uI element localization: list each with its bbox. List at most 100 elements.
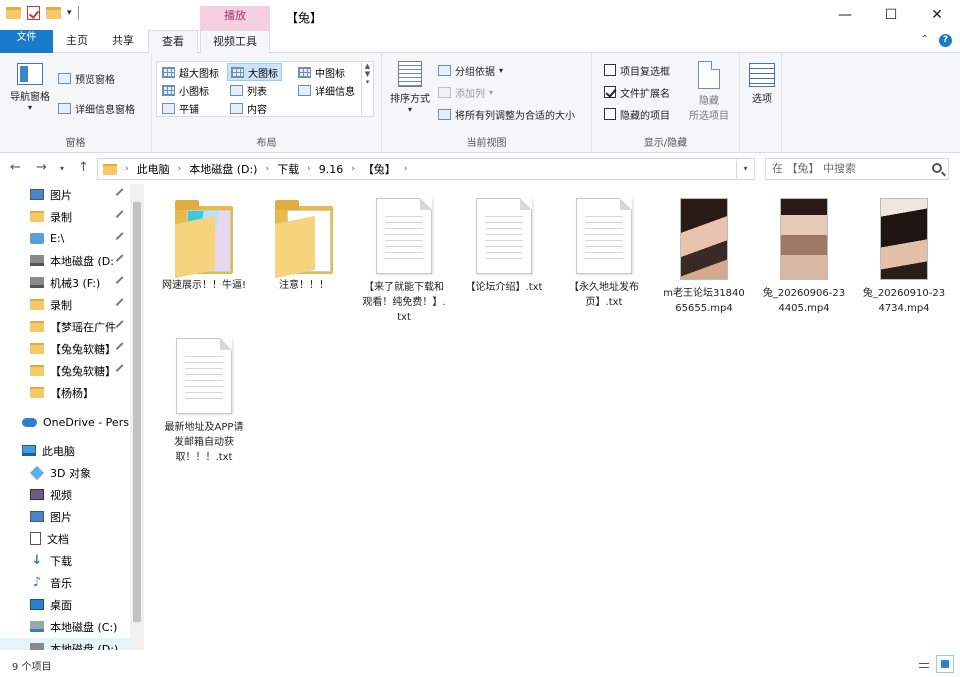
add-columns-button[interactable]: 添加列 ▾ bbox=[438, 83, 493, 101]
options-button[interactable]: 选项 bbox=[744, 63, 780, 105]
up-arrow-icon[interactable]: ↑ bbox=[78, 160, 89, 175]
layout-small-icons[interactable]: 小图标 bbox=[159, 81, 212, 99]
nav-item[interactable]: E:\ bbox=[0, 228, 130, 249]
file-item[interactable]: m老王论坛3184065655.mp4 bbox=[662, 198, 746, 316]
nav-item[interactable]: 本地磁盘 (C:) bbox=[0, 616, 130, 637]
hide-selected-button[interactable]: 隐藏 所选项目 bbox=[684, 61, 734, 122]
pin-icon bbox=[115, 276, 127, 287]
nav-item[interactable]: 图片 bbox=[0, 184, 130, 205]
item-checkboxes-toggle[interactable]: 项目复选框 bbox=[604, 61, 670, 79]
chevron-right-icon[interactable]: › bbox=[404, 164, 408, 174]
layout-label: 详细信息 bbox=[315, 86, 355, 98]
file-item[interactable]: 【论坛介绍】.txt bbox=[462, 198, 546, 295]
file-extensions-toggle[interactable]: 文件扩展名 bbox=[604, 83, 670, 101]
layout-content[interactable]: 内容 bbox=[227, 99, 270, 117]
back-arrow-icon[interactable]: ← bbox=[10, 160, 21, 175]
nav-item[interactable]: 本地磁盘 (D: bbox=[0, 250, 130, 271]
chevron-right-icon[interactable]: › bbox=[307, 164, 311, 174]
nav-pane-button[interactable]: 导航窗格 ▾ bbox=[6, 63, 54, 112]
breadcrumb-item[interactable]: 此电脑 bbox=[137, 161, 170, 177]
maximize-button[interactable]: ☐ bbox=[868, 0, 914, 30]
navigation-pane-icon bbox=[17, 63, 43, 85]
layout-list[interactable]: 列表 bbox=[227, 81, 270, 99]
pin-icon bbox=[115, 320, 127, 331]
forward-arrow-icon[interactable]: → bbox=[36, 160, 47, 175]
nav-scrollbar[interactable] bbox=[130, 184, 144, 650]
tab-view[interactable]: 查看 bbox=[148, 30, 198, 54]
nav-item[interactable]: ♪ 音乐 bbox=[0, 572, 130, 593]
hidden-items-toggle[interactable]: 隐藏的项目 bbox=[604, 105, 670, 123]
file-item[interactable]: 【永久地址发布页】.txt bbox=[562, 198, 646, 310]
recent-locations-icon[interactable]: ▾ bbox=[60, 164, 64, 173]
nav-item[interactable]: 【梦瑶在广件 bbox=[0, 316, 130, 337]
file-item[interactable]: 兔_20260906-234405.mp4 bbox=[762, 198, 846, 316]
layout-scroll[interactable]: ▲ ▼ ▾ bbox=[361, 62, 373, 116]
tab-video-tools[interactable]: 视频工具 bbox=[200, 30, 270, 53]
layout-tiles[interactable]: 平铺 bbox=[159, 99, 202, 117]
breadcrumb-item[interactable]: 本地磁盘 (D:) bbox=[189, 161, 257, 177]
nav-item-label: 下载 bbox=[50, 554, 72, 568]
layout-medium-icons[interactable]: 中图标 bbox=[295, 63, 348, 81]
new-folder-icon[interactable] bbox=[46, 7, 61, 19]
file-item[interactable]: 最新地址及APP请发邮箱自动获取！！！.txt bbox=[162, 338, 246, 465]
scroll-up-icon[interactable]: ▲ bbox=[362, 62, 373, 70]
file-item[interactable]: 注意！！！ bbox=[262, 198, 346, 293]
preview-pane-button[interactable]: 预览窗格 bbox=[58, 69, 115, 87]
tab-share[interactable]: 共享 bbox=[100, 30, 146, 53]
nav-item[interactable]: 视频 bbox=[0, 484, 130, 505]
help-icon[interactable]: ? bbox=[939, 34, 952, 47]
collapse-ribbon-icon[interactable]: ⌃ bbox=[921, 34, 929, 47]
address-history-icon[interactable]: ▾ bbox=[737, 158, 755, 180]
address-bar[interactable]: › 此电脑 › 本地磁盘 (D:) › 下载 › 9.16 › 【兔】 › bbox=[97, 158, 737, 180]
nav-item[interactable]: 本地磁盘 (D:) bbox=[0, 638, 130, 650]
nav-item[interactable]: 【杨杨】 bbox=[0, 382, 130, 403]
nav-item[interactable]: 3D 对象 bbox=[0, 462, 130, 483]
nav-scrollbar-thumb[interactable] bbox=[133, 202, 141, 622]
nav-item-label: 本地磁盘 (D: bbox=[50, 254, 114, 268]
nav-item[interactable]: 文档 bbox=[0, 528, 130, 549]
chevron-right-icon[interactable]: › bbox=[125, 164, 129, 174]
breadcrumb-item[interactable]: 9.16 bbox=[319, 163, 344, 176]
scroll-down-icon[interactable]: ▼ bbox=[362, 70, 373, 78]
search-input[interactable]: 在 【兔】 中搜索 bbox=[765, 158, 949, 180]
customize-toolbar-icon[interactable]: ▾ bbox=[67, 8, 72, 18]
breadcrumb-item[interactable]: 下载 bbox=[277, 161, 299, 177]
layout-details[interactable]: 详细信息 bbox=[295, 81, 358, 99]
size-columns-button[interactable]: 将所有列调整为合适的大小 bbox=[438, 105, 575, 123]
layout-extra-large-icons[interactable]: 超大图标 bbox=[159, 63, 222, 81]
minimize-button[interactable]: — bbox=[822, 0, 868, 30]
nav-item[interactable]: 录制 bbox=[0, 206, 130, 227]
nav-item[interactable]: 此电脑 bbox=[0, 440, 130, 461]
properties-icon[interactable] bbox=[27, 6, 40, 20]
file-item[interactable]: 兔_20260910-234734.mp4 bbox=[862, 198, 946, 316]
video-thumbnail bbox=[680, 198, 728, 280]
chevron-right-icon[interactable]: › bbox=[178, 164, 182, 174]
nav-item[interactable]: ↓ 下载 bbox=[0, 550, 130, 571]
nav-item[interactable]: 图片 bbox=[0, 506, 130, 527]
file-item[interactable]: 【来了就能下载和观看！纯免费！】.txt bbox=[362, 198, 446, 325]
nav-item[interactable]: 桌面 bbox=[0, 594, 130, 615]
chevron-right-icon[interactable]: › bbox=[351, 164, 355, 174]
breadcrumb-item[interactable]: 【兔】 bbox=[363, 161, 396, 177]
nav-item[interactable]: 【兔兔软糖】 bbox=[0, 338, 130, 359]
details-pane-label: 详细信息窗格 bbox=[75, 104, 135, 116]
more-icon[interactable]: ▾ bbox=[362, 78, 373, 86]
layout-large-icons[interactable]: 大图标 bbox=[227, 63, 282, 81]
details-pane-button[interactable]: 详细信息窗格 bbox=[58, 99, 135, 117]
nav-item-label: 图片 bbox=[50, 188, 72, 202]
nav-item[interactable]: OneDrive - Pers bbox=[0, 412, 130, 433]
nav-item[interactable]: 【兔兔软糖】 bbox=[0, 360, 130, 381]
tab-file[interactable]: 文件 bbox=[0, 30, 53, 53]
search-icon[interactable] bbox=[932, 163, 942, 173]
close-button[interactable]: ✕ bbox=[914, 0, 960, 30]
details-view-icon[interactable] bbox=[915, 655, 933, 673]
tab-home[interactable]: 主页 bbox=[55, 30, 99, 53]
group-by-button[interactable]: 分组依据 ▾ bbox=[438, 61, 503, 79]
file-item[interactable]: 网速展示！！牛逼! bbox=[162, 198, 246, 293]
chevron-right-icon[interactable]: › bbox=[265, 164, 269, 174]
large-icons-view-icon[interactable] bbox=[936, 655, 954, 673]
sort-by-button[interactable]: 排序方式 ▾ bbox=[388, 61, 432, 114]
nav-item[interactable]: 录制 bbox=[0, 294, 130, 315]
nav-item[interactable]: 机械3 (F:) bbox=[0, 272, 130, 293]
folder-icon bbox=[30, 211, 44, 222]
